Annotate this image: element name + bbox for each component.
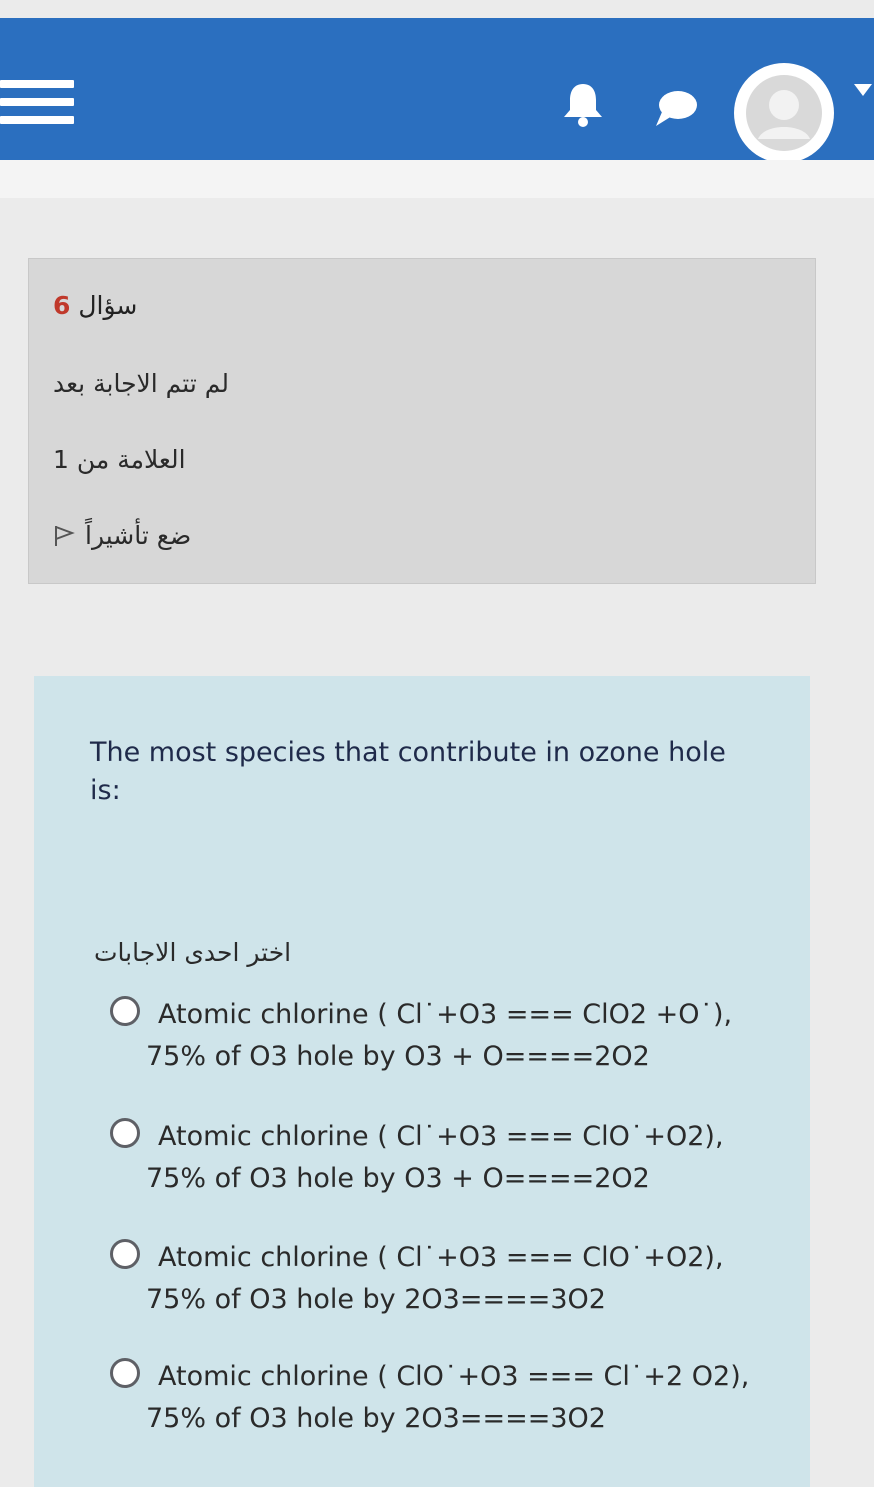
breadcrumb-strip <box>0 160 874 198</box>
answer-label[interactable]: Atomic chlorine ( ClO˙+O3 === Cl˙+2 O2),… <box>146 1356 768 1440</box>
chat-bubble-icon[interactable] <box>652 88 700 128</box>
question-number: سؤال 6 <box>53 291 137 320</box>
answer-label[interactable]: Atomic chlorine ( Cl˙+O3 === ClO˙+O2), 7… <box>146 1237 768 1321</box>
answer-line: Atomic chlorine ( Cl˙+O3 === ClO˙+O2), <box>158 1121 724 1152</box>
question-mark: العلامة من 1 <box>53 445 186 474</box>
answer-label[interactable]: Atomic chlorine ( Cl˙+O3 === ClO2 +O˙), … <box>146 994 768 1078</box>
radio-button[interactable] <box>110 1358 140 1388</box>
avatar-icon[interactable] <box>734 63 834 163</box>
answer-prompt: اختر احدى الاجابات <box>94 938 292 967</box>
question-content: The most species that contribute in ozon… <box>34 676 810 1487</box>
flag-question-label: ضع تأشيراً <box>85 521 192 550</box>
radio-button[interactable] <box>110 1239 140 1269</box>
answer-line: Atomic chlorine ( Cl˙+O3 === ClO2 +O˙), <box>158 999 733 1030</box>
answer-label[interactable]: Atomic chlorine ( Cl˙+O3 === ClO˙+O2), 7… <box>146 1116 768 1200</box>
caret-down-icon[interactable] <box>852 82 874 98</box>
question-state: لم تتم الاجابة بعد <box>53 369 230 398</box>
hamburger-icon[interactable] <box>0 80 74 138</box>
question-text: The most species that contribute in ozon… <box>90 737 726 806</box>
answer-line: 75% of O3 hole by O3 + O====2O2 <box>146 1163 650 1194</box>
flag-question-link[interactable]: ضع تأشيراً <box>53 521 191 550</box>
radio-button[interactable] <box>110 1118 140 1148</box>
radio-button[interactable] <box>110 996 140 1026</box>
question-number-value: 6 <box>53 291 71 320</box>
answer-line: 75% of O3 hole by 2O3====3O2 <box>146 1284 606 1315</box>
bell-icon[interactable] <box>560 80 606 128</box>
flag-outline-icon <box>55 525 75 546</box>
question-label: سؤال <box>78 291 138 320</box>
answer-line: Atomic chlorine ( ClO˙+O3 === Cl˙+2 O2), <box>158 1361 750 1392</box>
top-navbar <box>0 18 874 163</box>
answer-line: Atomic chlorine ( Cl˙+O3 === ClO˙+O2), <box>158 1242 724 1273</box>
answer-line: 75% of O3 hole by 2O3====3O2 <box>146 1403 606 1434</box>
answer-line: 75% of O3 hole by O3 + O====2O2 <box>146 1041 650 1072</box>
question-info-panel: سؤال 6 لم تتم الاجابة بعد العلامة من 1 ض… <box>28 258 816 584</box>
